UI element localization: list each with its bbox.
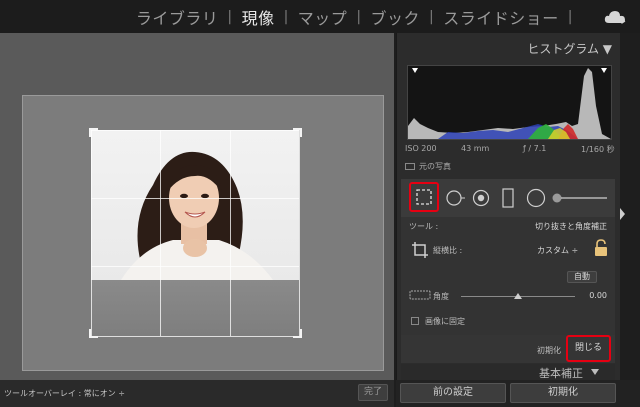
crop-grid-vertical-1	[160, 130, 161, 336]
auto-straighten-button[interactable]: 自動	[567, 271, 597, 283]
module-develop[interactable]: 現像	[242, 5, 275, 29]
adjustment-brush-icon[interactable]	[551, 191, 609, 205]
crop-grid-horizontal-2	[91, 266, 299, 267]
crop-border-top	[91, 130, 299, 131]
angle-slider-thumb[interactable]	[514, 293, 522, 299]
portrait-image	[121, 151, 273, 280]
angle-value[interactable]: 0.00	[589, 291, 607, 300]
module-separator: |	[227, 9, 233, 25]
photo-portrait	[91, 130, 299, 280]
module-picker: ライブラリ | 現像 | マップ | ブック | スライドショー |	[136, 5, 582, 29]
toolbar: ツールオーバーレイ : 常にオン ÷ 完了	[0, 380, 394, 407]
module-separator: |	[567, 9, 573, 25]
crop-border-bottom	[91, 336, 299, 337]
tool-strip	[401, 179, 615, 217]
module-separator: |	[283, 9, 289, 25]
crop-section: ツール : 切り抜きと角度補正 縦横比 : カスタム ÷ 自動 角度 0.00 …	[401, 217, 615, 335]
tool-value: 切り抜きと角度補正	[535, 222, 607, 231]
done-button[interactable]: 完了	[358, 384, 388, 401]
right-panel: ヒストグラム ▼ ISO 200 43 mm ƒ / 7.1 1/160 秒 元…	[396, 33, 620, 380]
module-bar: ライブラリ | 現像 | マップ | ブック | スライドショー |	[0, 0, 640, 33]
focal-length-value: 43 mm	[461, 144, 490, 153]
aperture-value: ƒ / 7.1	[523, 144, 547, 153]
straighten-icon[interactable]	[409, 289, 431, 301]
crop-frame-icon[interactable]	[411, 241, 429, 259]
tool-overlay-select[interactable]: ツールオーバーレイ : 常にオン ÷	[4, 388, 125, 399]
histogram-panel-title[interactable]: ヒストグラム ▼	[527, 40, 612, 57]
angle-slider[interactable]	[461, 293, 575, 299]
aspect-ratio-select[interactable]: カスタム ÷	[537, 245, 578, 256]
original-photo-icon	[405, 163, 415, 170]
reset-all-button[interactable]: 初期化	[510, 383, 616, 403]
shutter-value: 1/160 秒	[581, 145, 615, 154]
tool-label: ツール :	[409, 222, 439, 231]
module-book[interactable]: ブック	[371, 5, 421, 29]
spot-removal-icon[interactable]	[445, 188, 465, 208]
image-work-area	[0, 33, 394, 380]
module-slideshow[interactable]: スライドショー	[443, 5, 559, 29]
previous-settings-button[interactable]: 前の設定	[400, 383, 506, 403]
angle-label: 角度	[433, 292, 449, 301]
module-library[interactable]: ライブラリ	[136, 5, 219, 29]
close-crop-button[interactable]: 閉じる	[566, 335, 611, 362]
cloud-icon[interactable]	[604, 10, 626, 24]
crop-border-left	[91, 130, 92, 336]
crop-reset-button[interactable]: 初期化	[537, 345, 561, 356]
aspect-ratio-label: 縦横比 :	[433, 246, 463, 255]
crop-handle-top-left[interactable]	[89, 128, 98, 137]
basic-section-header[interactable]: 基本補正	[401, 364, 615, 380]
crop-overlay-icon[interactable]	[409, 182, 439, 212]
lock-icon[interactable]	[593, 239, 609, 257]
crop-handle-bottom-left[interactable]	[89, 329, 98, 338]
crop-grid-vertical-2	[230, 130, 231, 336]
crop-handle-bottom-right[interactable]	[293, 329, 302, 338]
histogram-graph	[408, 68, 611, 139]
constrain-checkbox[interactable]	[411, 317, 419, 325]
panel-scroll-arrow-icon[interactable]	[620, 206, 625, 222]
crop-canvas[interactable]	[22, 95, 384, 371]
histogram	[407, 65, 612, 140]
module-map[interactable]: マップ	[298, 5, 348, 29]
module-separator: |	[429, 9, 435, 25]
radial-filter-icon[interactable]	[525, 187, 547, 209]
original-photo-label: 元の写真	[419, 162, 451, 171]
original-photo-toggle[interactable]: 元の写真	[405, 161, 451, 172]
crop-grid-horizontal-1	[91, 198, 299, 199]
graduated-filter-icon[interactable]	[501, 187, 515, 209]
basic-section-label: 基本補正	[539, 367, 583, 380]
iso-value: ISO 200	[405, 144, 437, 153]
panel-bottom-bar: 前の設定 初期化	[396, 380, 640, 407]
red-eye-icon[interactable]	[471, 188, 491, 208]
crop-border-right	[299, 130, 300, 336]
constrain-label: 画像に固定	[425, 317, 465, 326]
photo-outside-crop	[91, 280, 299, 336]
crop-handle-top-right[interactable]	[293, 128, 302, 137]
panel-collapse-icon[interactable]	[591, 369, 599, 375]
module-separator: |	[356, 9, 362, 25]
